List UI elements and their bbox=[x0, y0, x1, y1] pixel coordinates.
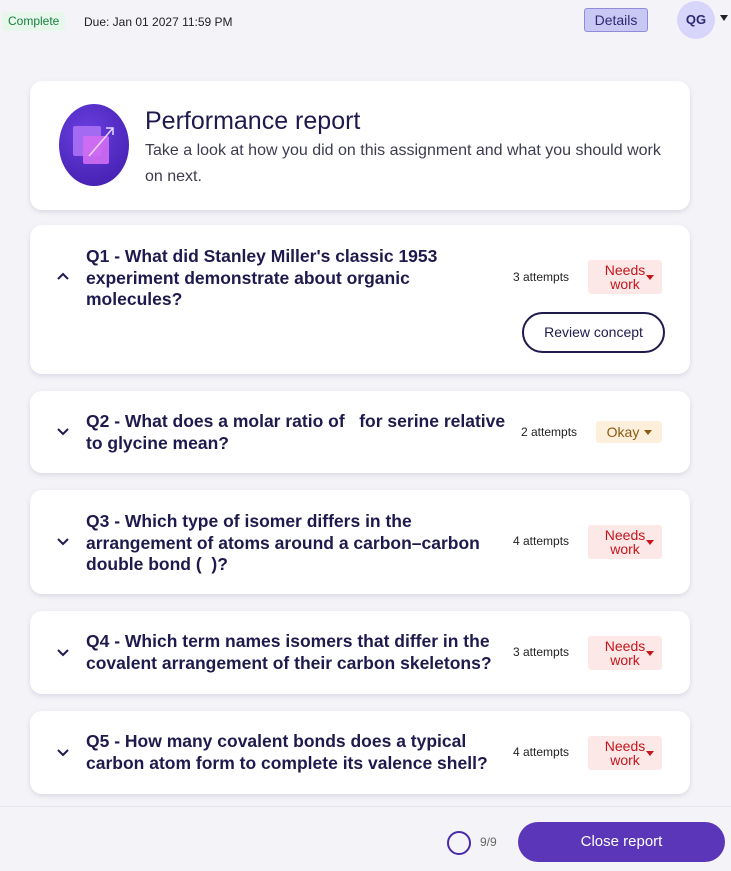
rating-dropdown[interactable]: Needs work bbox=[588, 260, 662, 294]
status-badge: Complete bbox=[2, 12, 66, 31]
attempts-count: 2 attempts bbox=[521, 425, 578, 439]
rating-dropdown[interactable]: Okay bbox=[596, 421, 662, 443]
chevron-down-icon[interactable] bbox=[56, 427, 70, 437]
question-title: Q5 - How many covalent bonds does a typi… bbox=[86, 731, 488, 773]
report-header-card: Performance report Take a look at how yo… bbox=[30, 81, 690, 210]
details-button[interactable]: Details bbox=[584, 8, 648, 32]
chevron-down-icon[interactable] bbox=[56, 648, 70, 658]
footer-bar: 9/9 Close report bbox=[0, 806, 731, 871]
caret-down-icon bbox=[646, 540, 654, 545]
page-subtitle: Take a look at how you did on this assig… bbox=[145, 142, 661, 185]
question-title: Q4 - Which term names isomers that diffe… bbox=[86, 631, 492, 673]
question-card-q2[interactable]: Q2 - What does a molar ratio of for seri… bbox=[30, 391, 690, 473]
caret-down-icon[interactable] bbox=[720, 15, 728, 21]
question-card-q3[interactable]: Q3 - Which type of isomer differs in the… bbox=[30, 490, 690, 594]
progress-ring-icon bbox=[447, 831, 471, 855]
attempts-count: 4 attempts bbox=[513, 745, 570, 759]
attempts-count: 4 attempts bbox=[513, 534, 570, 548]
chevron-down-icon[interactable] bbox=[56, 537, 70, 547]
page-title: Performance report bbox=[145, 107, 361, 135]
question-title: Q1 - What did Stanley Miller's classic 1… bbox=[86, 246, 438, 309]
due-date: Due: Jan 01 2027 11:59 PM bbox=[84, 15, 233, 29]
question-title: Q3 - Which type of isomer differs in the… bbox=[86, 511, 480, 574]
chevron-down-icon[interactable] bbox=[56, 748, 70, 758]
question-title: Q2 - What does a molar ratio of for seri… bbox=[86, 411, 506, 453]
attempts-count: 3 attempts bbox=[513, 645, 570, 659]
caret-down-icon bbox=[646, 275, 654, 280]
avatar[interactable]: QG bbox=[677, 1, 715, 39]
top-bar: Complete Due: Jan 01 2027 11:59 PM Detai… bbox=[0, 0, 731, 44]
report-icon bbox=[59, 104, 129, 186]
caret-down-icon bbox=[646, 651, 654, 656]
question-card-q5[interactable]: Q5 - How many covalent bonds does a typi… bbox=[30, 711, 690, 794]
question-card-q1[interactable]: Q1 - What did Stanley Miller's classic 1… bbox=[30, 225, 690, 374]
rating-dropdown[interactable]: Needs work bbox=[588, 636, 662, 670]
caret-down-icon bbox=[646, 751, 654, 756]
review-concept-button[interactable]: Review concept bbox=[522, 312, 665, 353]
question-card-q4[interactable]: Q4 - Which term names isomers that diffe… bbox=[30, 611, 690, 694]
chevron-up-icon[interactable] bbox=[56, 271, 70, 281]
progress-count: 9/9 bbox=[480, 835, 497, 849]
rating-dropdown[interactable]: Needs work bbox=[588, 525, 662, 559]
caret-down-icon bbox=[644, 430, 652, 435]
close-report-button[interactable]: Close report bbox=[518, 822, 725, 862]
attempts-count: 3 attempts bbox=[513, 270, 570, 284]
rating-dropdown[interactable]: Needs work bbox=[588, 736, 662, 770]
